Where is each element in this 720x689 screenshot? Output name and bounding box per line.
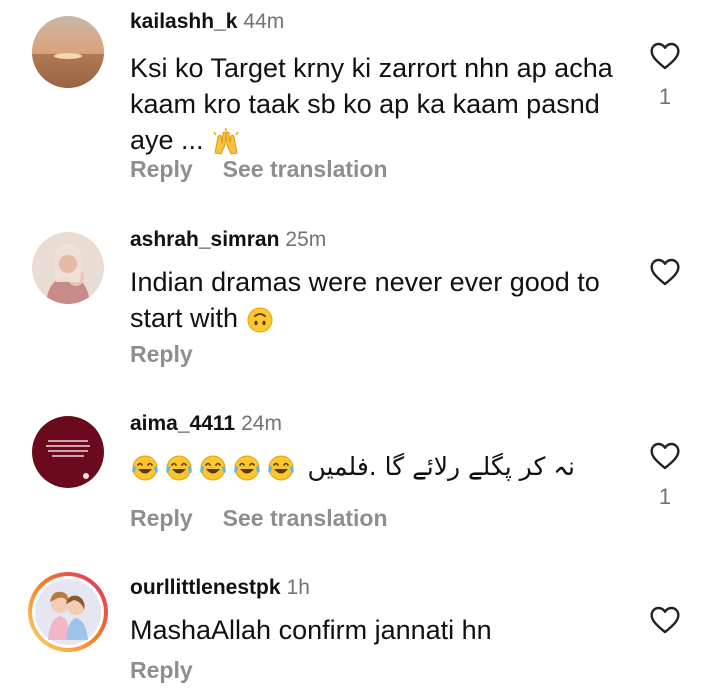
avatar[interactable] xyxy=(32,416,104,488)
username[interactable]: aima_4411 xyxy=(130,412,235,435)
comment-meta: kailashh_k 44m xyxy=(130,10,284,34)
reply-button[interactable]: Reply xyxy=(130,341,193,367)
comment-actions: Reply xyxy=(130,341,223,368)
comment-meta: ashrah_simran 25m xyxy=(130,228,326,252)
story-ring-avatar[interactable] xyxy=(26,570,110,654)
timestamp: 25m xyxy=(285,228,327,251)
heart-icon[interactable] xyxy=(648,40,682,72)
comment-actions: Reply See translation xyxy=(130,505,418,532)
comment-text: Indian dramas were never ever good to st… xyxy=(130,267,600,333)
username[interactable]: ourllittlenestpk xyxy=(130,576,281,599)
comment-actions: Reply See translation xyxy=(130,156,418,183)
comment-meta: ourllittlenestpk 1h xyxy=(130,576,310,600)
avatar[interactable] xyxy=(32,232,104,304)
upside-down-face-icon xyxy=(247,307,273,333)
reply-button[interactable]: Reply xyxy=(130,657,193,683)
tears-of-joy-icon xyxy=(132,455,295,481)
avatar[interactable] xyxy=(32,16,104,88)
reply-button[interactable]: Reply xyxy=(130,156,193,182)
raising-hands-icon xyxy=(213,127,239,155)
comment-text: نہ کر پگلے رلائے گا .فلمیں xyxy=(130,448,630,485)
timestamp: 24m xyxy=(241,412,282,435)
like-count: 1 xyxy=(658,84,672,109)
urdu-text: نہ کر پگلے رلائے گا .فلمیں xyxy=(307,452,575,481)
see-translation-button[interactable]: See translation xyxy=(223,505,388,531)
tears-of-joy-emojis xyxy=(130,451,308,481)
reply-button[interactable]: Reply xyxy=(130,505,193,531)
comment-actions: Reply xyxy=(130,657,223,684)
comment-text: Ksi ko Target krny ki zarrort nhn ap ach… xyxy=(130,53,613,155)
comment-meta: aima_4411 24m xyxy=(130,412,282,436)
comment-text: MashaAllah confirm jannati hn xyxy=(130,615,492,645)
heart-icon[interactable] xyxy=(648,440,682,472)
timestamp: 1h xyxy=(286,576,310,599)
heart-icon[interactable] xyxy=(648,604,682,636)
like-count: 1 xyxy=(658,484,672,509)
see-translation-button[interactable]: See translation xyxy=(223,156,388,182)
username[interactable]: ashrah_simran xyxy=(130,228,279,251)
username[interactable]: kailashh_k xyxy=(130,10,237,33)
heart-icon[interactable] xyxy=(648,256,682,288)
timestamp: 44m xyxy=(243,10,285,33)
